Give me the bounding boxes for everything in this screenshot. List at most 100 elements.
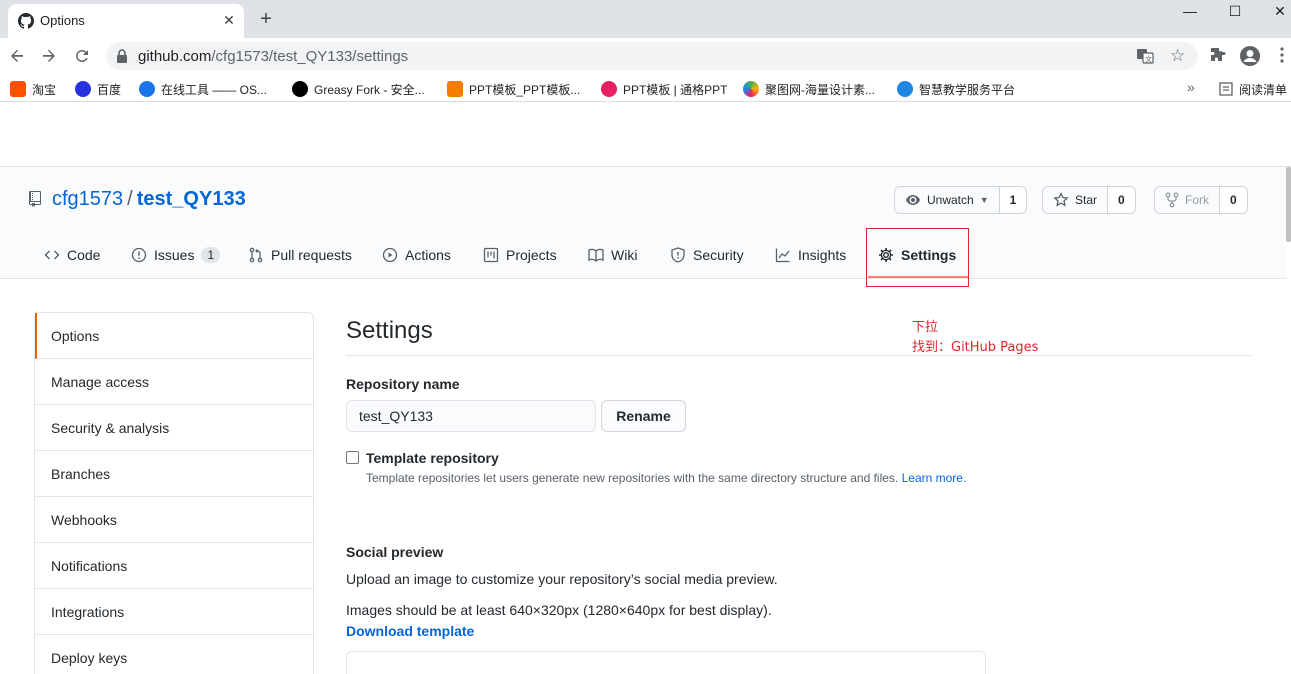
greasy-fork-icon [292, 81, 308, 97]
eye-icon [906, 195, 920, 205]
bookmark-taobao[interactable]: 淘宝 [10, 80, 56, 98]
more-bookmarks-icon[interactable]: » [1187, 79, 1195, 95]
graph-icon [775, 248, 790, 263]
fork-button[interactable]: Fork [1154, 186, 1220, 214]
project-icon [483, 247, 499, 263]
title-divider [346, 355, 1251, 356]
settings-sidebar: Options Manage access Security & analysi… [34, 312, 314, 674]
fork-count[interactable]: 0 [1220, 186, 1248, 214]
profile-avatar-icon[interactable] [1239, 45, 1261, 67]
play-icon [382, 247, 398, 263]
repo-header: cfg1573/test_QY133 Unwatch ▼ 1 Star 0 Fo… [0, 167, 1286, 279]
page-scrollbar[interactable] [1286, 167, 1291, 242]
lock-icon[interactable] [116, 49, 128, 63]
reading-list-icon [1219, 82, 1233, 96]
extensions-icon[interactable] [1209, 46, 1227, 64]
caret-down-icon: ▼ [979, 195, 989, 205]
social-preview-size-note: Images should be at least 640×320px (128… [346, 602, 772, 618]
social-preview-image-box[interactable] [346, 651, 986, 674]
browser-tab[interactable]: Options ✕ [8, 4, 244, 38]
repo-title-separator: / [127, 188, 133, 210]
bookmark-smart-teaching[interactable]: 智慧教学服务平台 [897, 80, 1015, 98]
repo-name-link[interactable]: test_QY133 [137, 188, 246, 210]
star-outline-icon [1053, 192, 1069, 207]
translate-icon[interactable]: 文 [1136, 47, 1154, 65]
ppt-template-icon [447, 81, 463, 97]
page-title: Settings [346, 317, 433, 344]
bookmark-star-icon[interactable]: ☆ [1170, 46, 1185, 66]
new-tab-icon[interactable]: + [256, 9, 276, 29]
annotation-line-2: 找到：GitHub Pages [912, 340, 1039, 355]
bookmark-ppt-tongge[interactable]: PPT模板 | 通格PPT [601, 80, 727, 98]
repo-owner-link[interactable]: cfg1573 [52, 188, 123, 210]
tab-insights[interactable]: Insights [775, 240, 846, 270]
tab-security[interactable]: Security [670, 240, 744, 270]
bookmark-jutu[interactable]: 聚图网-海量设计素... [743, 80, 875, 98]
star-count[interactable]: 0 [1108, 186, 1136, 214]
sidebar-item-options[interactable]: Options [35, 313, 313, 359]
issue-opened-icon [131, 247, 147, 263]
annotation-line-1: 下拉 [912, 320, 939, 335]
learn-more-link[interactable]: Learn more. [902, 471, 967, 485]
tab-projects[interactable]: Projects [483, 240, 557, 270]
bookmark-online-tools[interactable]: 在线工具 —— OS... [139, 80, 267, 98]
browser-toolbar: github.com/cfg1573/test_QY133/settings 文… [0, 38, 1291, 74]
tab-pull-requests[interactable]: Pull requests [248, 240, 352, 270]
baidu-paw-icon [75, 81, 91, 97]
sidebar-item-webhooks[interactable]: Webhooks [35, 497, 313, 543]
star-button[interactable]: Star [1042, 186, 1109, 214]
sidebar-item-manage-access[interactable]: Manage access [35, 359, 313, 405]
forward-arrow-icon[interactable] [40, 47, 58, 65]
github-favicon-icon [18, 13, 34, 29]
repo-name-label: Repository name [346, 376, 460, 392]
bookmarks-bar: 淘宝 百度 在线工具 —— OS... Greasy Fork - 安全... … [0, 74, 1291, 102]
tab-issues[interactable]: Issues 1 [131, 240, 221, 270]
browser-menu-icon[interactable] [1276, 46, 1288, 64]
template-repository-label[interactable]: Template repository [366, 450, 499, 466]
book-icon [588, 248, 604, 262]
repo-title: cfg1573/test_QY133 [52, 188, 246, 211]
reading-list[interactable]: 阅读清单 [1219, 80, 1287, 98]
rename-button[interactable]: Rename [601, 400, 686, 432]
unwatch-button[interactable]: Unwatch ▼ [894, 186, 1000, 214]
svg-text:文: 文 [1145, 55, 1152, 64]
repo-name-input[interactable] [346, 400, 596, 432]
tab-title: Options [40, 13, 85, 28]
taobao-icon [10, 81, 26, 97]
maximize-icon[interactable]: ☐ [1212, 2, 1258, 22]
sidebar-item-deploy-keys[interactable]: Deploy keys [35, 635, 313, 674]
tab-close-icon[interactable]: ✕ [220, 11, 238, 29]
annotation-note: 下拉 找到：GitHub Pages [912, 318, 1038, 358]
code-icon [44, 250, 60, 260]
online-tools-icon [139, 81, 155, 97]
repo-icon [29, 191, 41, 207]
bookmark-ppt-template[interactable]: PPT模板_PPT模板... [447, 80, 580, 98]
fork-button-group: Fork 0 [1154, 186, 1248, 214]
url-text: github.com/cfg1573/test_QY133/settings [138, 48, 409, 65]
bookmark-greasy-fork[interactable]: Greasy Fork - 安全... [292, 80, 425, 98]
fork-icon [1165, 192, 1179, 208]
back-arrow-icon[interactable] [8, 47, 26, 65]
social-preview-heading: Social preview [346, 544, 444, 560]
sidebar-item-integrations[interactable]: Integrations [35, 589, 313, 635]
smart-teaching-icon [897, 81, 913, 97]
shield-icon [671, 247, 685, 263]
address-bar[interactable]: github.com/cfg1573/test_QY133/settings 文… [106, 42, 1198, 70]
tab-actions[interactable]: Actions [382, 240, 451, 270]
reload-icon[interactable] [73, 47, 91, 65]
sidebar-item-notifications[interactable]: Notifications [35, 543, 313, 589]
sidebar-item-branches[interactable]: Branches [35, 451, 313, 497]
download-template-link[interactable]: Download template [346, 623, 474, 639]
ppt-tongge-icon [601, 81, 617, 97]
minimize-icon[interactable]: — [1167, 2, 1213, 22]
template-repository-checkbox[interactable] [346, 451, 359, 464]
tab-code[interactable]: Code [44, 240, 100, 270]
sidebar-item-security-analysis[interactable]: Security & analysis [35, 405, 313, 451]
tab-wiki[interactable]: Wiki [588, 240, 637, 270]
jutu-icon [743, 81, 759, 97]
bookmark-baidu[interactable]: 百度 [75, 80, 121, 98]
issues-counter: 1 [201, 247, 221, 263]
window-close-icon[interactable]: ✕ [1257, 2, 1291, 22]
template-repository-note: Template repositories let users generate… [366, 471, 967, 485]
watch-count[interactable]: 1 [999, 186, 1028, 214]
